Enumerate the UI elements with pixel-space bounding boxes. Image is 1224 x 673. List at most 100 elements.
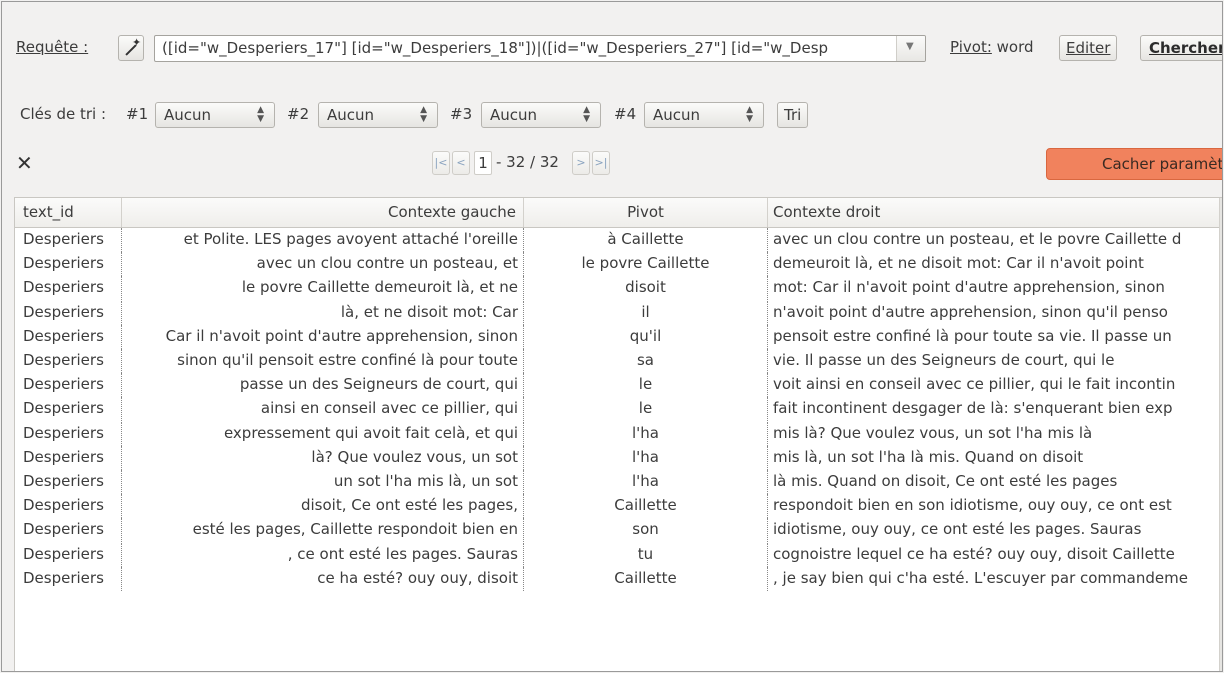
cell-text-id: Desperiers	[15, 324, 122, 349]
cell-left-context: avec un clou contre un posteau, et	[122, 252, 524, 277]
cell-pivot: il	[524, 300, 768, 325]
vertical-scrollbar[interactable]	[1219, 198, 1222, 671]
sort-key-2-select[interactable]: Aucun ▲ ▼	[318, 102, 438, 128]
cell-right-context: pensoit estre confiné là pour toute sa v…	[773, 326, 1172, 345]
cell-left-context: ainsi en conseil avec ce pillier, qui	[122, 397, 524, 422]
table-row[interactable]: Desperiers disoit, Ce ont esté les pages,…	[15, 494, 1222, 519]
first-page-button[interactable]: |<	[432, 151, 450, 175]
query-label-text: Requête :	[16, 38, 89, 56]
prev-page-button[interactable]: <	[452, 151, 470, 175]
cell-right-context: là mis. Quand on disoit, Ce ont esté les…	[773, 472, 1118, 490]
cell-text-id: Desperiers	[15, 300, 122, 325]
table-row[interactable]: Desperiers ainsi en conseil avec ce pilli…	[15, 397, 1222, 422]
cell-left-context: le povre Caillette demeuroit là, et ne	[122, 276, 524, 301]
cell-text-id: Desperiers	[15, 470, 122, 494]
hide-parameters-button[interactable]: Cacher paramètres	[1046, 148, 1222, 180]
main-window: Requête : ✦ ([id="w_Desperiers_17"] [id=…	[1, 1, 1223, 672]
cell-text-id: Desperiers	[15, 445, 122, 470]
spin-arrows-icon: ▲ ▼	[257, 105, 264, 124]
cell-left-context: et Polite. LES pages avoyent attaché l'o…	[122, 228, 524, 252]
table-row[interactable]: Desperiers Car il n'avoit point d'autre a…	[15, 324, 1222, 349]
close-icon[interactable]: ✕	[16, 149, 33, 177]
cell-right-context: mot: Car il n'avoit point d'autre appreh…	[773, 278, 1165, 297]
query-input[interactable]: ([id="w_Desperiers_17"] [id="w_Desperier…	[162, 39, 897, 57]
sort-key-3-value: Aucun	[490, 106, 538, 124]
cell-right-context: idiotisme, ouy ouy, ce ont esté les page…	[773, 520, 1142, 539]
cell-right-context: mis là? Que voulez vous, un sot l'ha mis…	[773, 423, 1093, 442]
table-row[interactable]: Desperiers et Polite. LES pages avoyent a…	[15, 228, 1222, 252]
table-row[interactable]: Desperiers avec un clou contre un posteau…	[15, 252, 1222, 277]
cell-text-id: Desperiers	[15, 228, 122, 252]
next-page-button[interactable]: >	[572, 151, 590, 175]
column-header-right-context[interactable]: Contexte droit	[768, 198, 1222, 227]
sort-key-4-select[interactable]: Aucun ▲ ▼	[644, 102, 764, 128]
cell-text-id: Desperiers	[15, 421, 122, 446]
sort-key-2-label: #2	[287, 105, 310, 123]
spin-arrows-icon: ▲ ▼	[583, 105, 590, 124]
concordance-table: text_id Contexte gauche Pivot Contexte d…	[14, 197, 1222, 671]
cell-pivot: son	[524, 518, 768, 543]
last-page-button[interactable]: >|	[592, 151, 610, 175]
table-row[interactable]: Desperiers là? Que voulez vous, un sot l'h…	[15, 445, 1222, 470]
pivot-value: word	[996, 38, 1034, 56]
edit-button-label: Editer	[1066, 39, 1111, 57]
sort-button[interactable]: Tri	[777, 102, 809, 128]
query-dropdown-button[interactable]: ▼	[896, 36, 925, 61]
cell-text-id: Desperiers	[15, 542, 122, 567]
cell-left-context: , ce ont esté les pages. Sauras	[122, 542, 524, 567]
table-row[interactable]: Desperiers là, et ne disoit mot: Car il n'a…	[15, 300, 1222, 325]
cell-right-context: mis là, un sot l'ha là mis. Quand on dis…	[773, 447, 1084, 466]
sort-key-3-select[interactable]: Aucun ▲ ▼	[481, 102, 601, 128]
page-range: - 32 / 32	[496, 153, 559, 171]
table-header: text_id Contexte gauche Pivot Contexte d…	[15, 198, 1222, 228]
cell-right-context: cognoistre lequel ce ha esté? ouy ouy, d…	[773, 544, 1175, 563]
cell-right-context: respondoit bien en son idiotisme, ouy ou…	[773, 496, 1172, 515]
table-row[interactable]: Desperiers ce ha esté? ouy ouy, disoit Cai…	[15, 566, 1222, 591]
cell-left-context: expressement qui avoit fait celà, et qui	[122, 421, 524, 446]
pivot-label: Pivot:	[950, 38, 992, 56]
cell-pivot: Caillette	[524, 494, 768, 519]
pivot-section: Pivot: word	[950, 38, 1034, 56]
sort-keys-label: Clés de tri :	[20, 105, 107, 123]
table-row[interactable]: Desperiers un sot l'ha mis là, un sot l'ha…	[15, 470, 1222, 494]
cell-text-id: Desperiers	[15, 373, 122, 398]
sort-key-2-value: Aucun	[327, 106, 375, 124]
table-row[interactable]: Desperiers esté les pages, Caillette resp…	[15, 518, 1222, 543]
cell-pivot: l'ha	[524, 421, 768, 446]
sort-key-1-label: #1	[126, 105, 149, 123]
table-row[interactable]: Desperiers passe un des Seigneurs de cour…	[15, 373, 1222, 398]
cell-right-context: vie. Il passe un des Seigneurs de court,…	[773, 351, 1115, 369]
cell-right-context: fait incontinent desgager de là: s'enque…	[773, 399, 1173, 418]
cell-right-context: n'avoit point d'autre apprehension, sino…	[773, 302, 1168, 321]
cell-text-id: Desperiers	[15, 566, 122, 591]
edit-button[interactable]: Editer	[1059, 35, 1118, 61]
table-row[interactable]: Desperiers sinon qu'il pensoit estre conf…	[15, 349, 1222, 373]
cell-pivot: l'ha	[524, 470, 768, 494]
table-row[interactable]: Desperiers expressement qui avoit fait ce…	[15, 421, 1222, 446]
search-button[interactable]: Chercher	[1140, 35, 1222, 61]
cell-left-context: ce ha esté? ouy ouy, disoit	[122, 566, 524, 591]
cell-right-context: avec un clou contre un posteau, et le po…	[773, 230, 1182, 248]
column-header-pivot[interactable]: Pivot	[524, 198, 768, 227]
table-row[interactable]: Desperiers le povre Caillette demeuroit l…	[15, 276, 1222, 301]
cell-right-context: , je say bien qui c'ha esté. L'escuyer p…	[773, 568, 1188, 587]
cell-text-id: Desperiers	[15, 252, 122, 277]
table-row[interactable]: Desperiers, ce ont esté les pages. Saura…	[15, 542, 1222, 567]
cell-right-context: voit ainsi en conseil avec ce pillier, q…	[773, 375, 1176, 394]
sort-key-3-label: #3	[450, 105, 473, 123]
magic-wand-button[interactable]: ✦	[118, 35, 144, 61]
column-header-text-id[interactable]: text_id	[15, 198, 122, 227]
page-number-input[interactable]: 1	[474, 151, 492, 175]
sort-key-1-select[interactable]: Aucun ▲ ▼	[155, 102, 275, 128]
cell-left-context: là? Que voulez vous, un sot	[122, 445, 524, 470]
cell-right-context: demeuroit là, et ne disoit mot: Car il n…	[773, 254, 1144, 273]
chevron-down-icon: ▼	[906, 41, 914, 52]
query-combobox[interactable]: ([id="w_Desperiers_17"] [id="w_Desperier…	[154, 35, 926, 62]
column-header-left-context[interactable]: Contexte gauche	[122, 198, 524, 227]
sort-key-4-value: Aucun	[653, 106, 701, 124]
cell-left-context: là, et ne disoit mot: Car	[122, 300, 524, 325]
cell-text-id: Desperiers	[15, 397, 122, 422]
cell-left-context: sinon qu'il pensoit estre confiné là pou…	[122, 349, 524, 373]
cell-left-context: Car il n'avoit point d'autre apprehensio…	[122, 324, 524, 349]
cell-text-id: Desperiers	[15, 276, 122, 301]
